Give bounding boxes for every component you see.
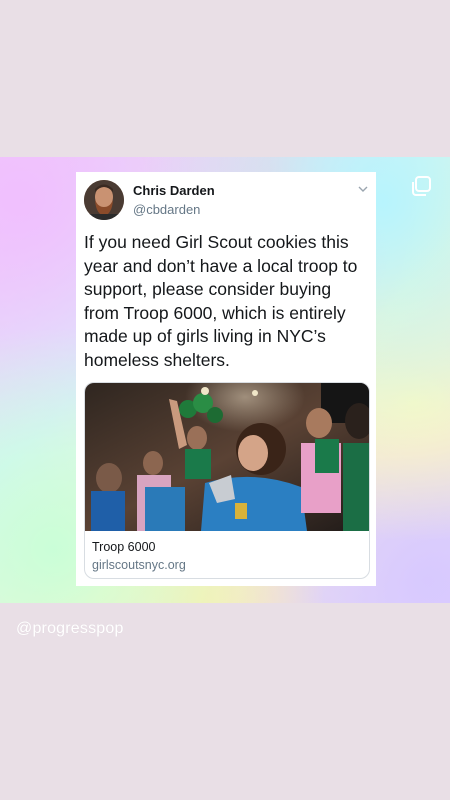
author-handle[interactable]: @cbdarden [133,202,200,217]
link-card-title[interactable]: Troop 6000 [92,540,155,554]
troop-photo [85,383,369,531]
watermark-handle: @progresspop [16,620,124,637]
avatar[interactable] [84,180,124,220]
link-card[interactable]: Troop 6000 girlscoutsnyc.org [84,382,370,579]
tweet-card[interactable]: Chris Darden @cbdarden If you need Girl … [76,172,376,586]
chevron-down-icon[interactable] [358,184,368,194]
author-name[interactable]: Chris Darden [133,183,215,198]
link-card-domain[interactable]: girlscoutsnyc.org [92,558,186,572]
copy-icon[interactable] [410,175,432,197]
tweet-text: If you need Girl Scout cookies this year… [84,232,358,370]
